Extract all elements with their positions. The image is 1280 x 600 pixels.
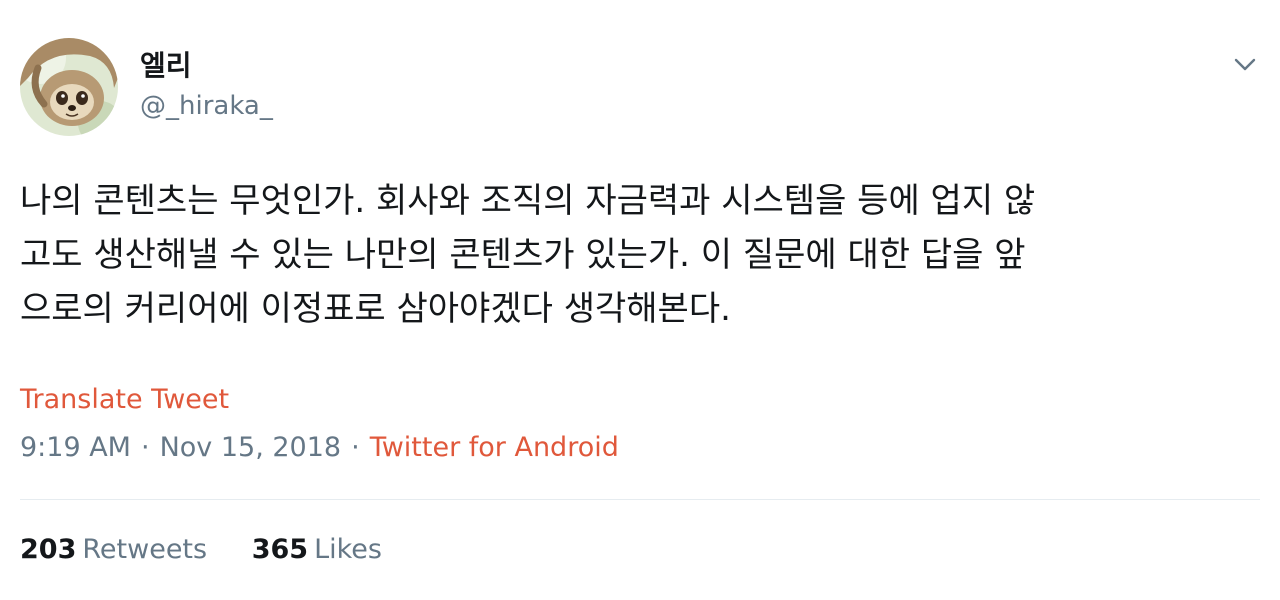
tweet-time[interactable]: 9:19 AM xyxy=(20,432,131,463)
chevron-down-icon[interactable] xyxy=(1230,52,1260,76)
tweet-header: 엘리 @_hiraka_ xyxy=(20,38,1260,138)
tweet-stats: 203 Retweets 365 Likes xyxy=(20,532,418,568)
retweets-count: 203 xyxy=(20,534,77,565)
avatar[interactable] xyxy=(20,38,118,136)
meta-separator: · xyxy=(140,432,150,463)
likes-count: 365 xyxy=(251,534,309,565)
author-info: 엘리 @_hiraka_ xyxy=(140,48,273,124)
likes-label: Likes xyxy=(314,534,382,565)
tweet-metadata: 9:19 AM · Nov 15, 2018 · Twitter for Android xyxy=(20,430,619,466)
meta-separator: · xyxy=(351,432,360,463)
divider xyxy=(20,499,1260,500)
retweets-stat[interactable]: 203 Retweets xyxy=(20,532,207,568)
sloth-avatar-icon xyxy=(20,38,118,136)
display-name[interactable]: 엘리 xyxy=(140,48,273,84)
translate-tweet-link[interactable]: Translate Tweet xyxy=(20,382,229,418)
retweets-label: Retweets xyxy=(82,534,208,565)
tweet-source-link[interactable]: Twitter for Android xyxy=(370,432,619,463)
likes-stat[interactable]: 365 Likes xyxy=(252,532,382,568)
user-handle[interactable]: @_hiraka_ xyxy=(140,88,273,124)
tweet-text: 나의 콘텐츠는 무엇인가. 회사와 조직의 자금력과 시스템을 등에 업지 않 … xyxy=(20,181,1036,329)
tweet-date[interactable]: Nov 15, 2018 xyxy=(160,432,342,463)
tweet-detail: 엘리 @_hiraka_ 나의 콘텐츠는 무엇인가. 회사와 조직의 자금력과 … xyxy=(20,38,1260,565)
